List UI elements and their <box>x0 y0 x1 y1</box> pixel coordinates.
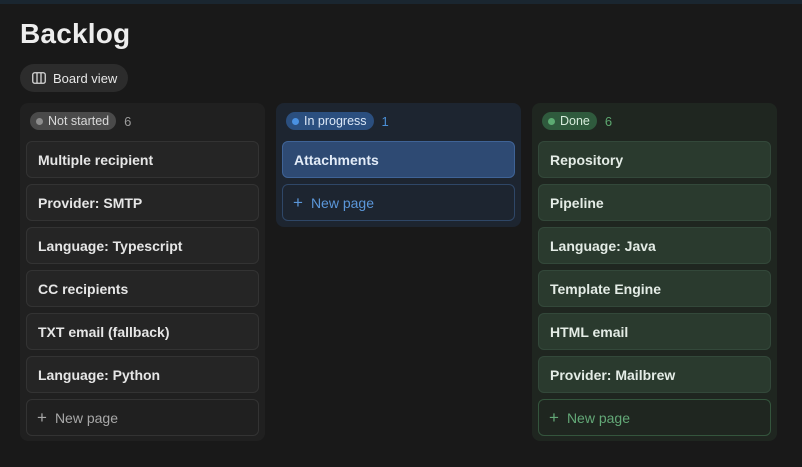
status-badge[interactable]: Done <box>542 112 597 130</box>
board-card[interactable]: Provider: SMTP <box>26 184 259 221</box>
board-card[interactable]: Multiple recipient <box>26 141 259 178</box>
new-page-button[interactable]: + New page <box>282 184 515 221</box>
board-card[interactable]: HTML email <box>538 313 771 350</box>
board-card[interactable]: Language: Java <box>538 227 771 264</box>
board-card[interactable]: CC recipients <box>26 270 259 307</box>
board-card[interactable]: Template Engine <box>538 270 771 307</box>
status-dot-icon <box>548 117 555 125</box>
board-card[interactable]: Repository <box>538 141 771 178</box>
new-page-label: New page <box>54 409 118 426</box>
card-count: 6 <box>124 113 132 129</box>
new-page-label: New page <box>566 409 630 426</box>
column-header: In progress 1 <box>282 109 515 133</box>
board-columns-icon <box>32 72 46 84</box>
page-title: Backlog <box>20 18 131 49</box>
board-view-label: Board view <box>53 70 118 86</box>
plus-icon: + <box>37 408 47 427</box>
top-accent-bar <box>0 0 802 4</box>
board-card[interactable]: Language: Typescript <box>26 227 259 264</box>
board-card[interactable]: Pipeline <box>538 184 771 221</box>
status-label: Not started <box>48 114 110 128</box>
status-label: Done <box>560 114 590 128</box>
status-dot-icon <box>36 117 43 125</box>
column-done: Done 6 Repository Pipeline Language: Jav… <box>532 103 777 441</box>
board-view-button[interactable]: Board view <box>20 64 129 92</box>
board-card[interactable]: TXT email (fallback) <box>26 313 259 350</box>
column-in-progress: In progress 1 Attachments + New page <box>276 103 521 227</box>
status-badge[interactable]: Not started <box>30 112 117 130</box>
status-label: In progress <box>304 114 367 128</box>
card-count: 1 <box>381 113 389 129</box>
new-page-label: New page <box>310 194 374 211</box>
column-header: Not started 6 <box>26 109 259 133</box>
board-card[interactable]: Language: Python <box>26 356 259 393</box>
column-header: Done 6 <box>538 109 771 133</box>
status-dot-icon <box>292 117 299 125</box>
plus-icon: + <box>293 193 303 212</box>
board-card[interactable]: Attachments <box>282 141 515 178</box>
card-count: 6 <box>604 113 613 129</box>
board-card[interactable]: Provider: Mailbrew <box>538 356 771 393</box>
plus-icon: + <box>549 408 559 427</box>
new-page-button[interactable]: + New page <box>26 399 259 436</box>
status-badge[interactable]: In progress <box>286 112 374 130</box>
column-not-started: Not started 6 Multiple recipient Provide… <box>20 103 265 441</box>
new-page-button[interactable]: + New page <box>538 399 771 436</box>
